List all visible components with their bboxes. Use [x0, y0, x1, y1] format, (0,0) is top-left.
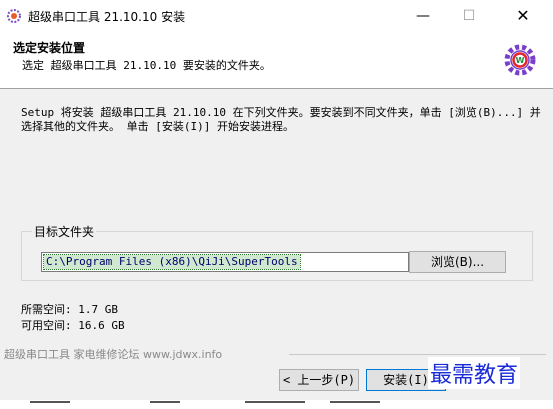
window-title: 超级串口工具 21.10.10 安装	[28, 10, 186, 24]
browse-button[interactable]: 浏览(B)...	[409, 251, 506, 273]
gear-badge-icon: W	[504, 44, 536, 76]
branding-text: 超级串口工具 家电维修论坛 www.jdwx.info	[4, 348, 223, 361]
required-space: 所需空间: 1.7 GB	[21, 303, 118, 316]
strip-mark	[150, 401, 180, 403]
strip-mark	[30, 401, 70, 403]
strip-mark	[330, 401, 380, 403]
strip-mark	[245, 401, 305, 403]
svg-text:W: W	[516, 56, 525, 65]
target-folder-label: 目标文件夹	[32, 223, 97, 240]
install-path-input[interactable]: C:\Program Files (x86)\QiJi\SuperTools	[41, 252, 409, 272]
branding-divider	[289, 354, 546, 355]
target-folder-group: 目标文件夹 C:\Program Files (x86)\QiJi\SuperT…	[21, 223, 533, 281]
back-button[interactable]: < 上一步(P)	[279, 369, 359, 391]
page-title: 选定安装位置	[13, 41, 86, 55]
maximize-button[interactable]: ☐	[446, 0, 492, 32]
app-icon	[7, 9, 21, 23]
instruction-text: Setup 将安装 超级串口工具 21.10.10 在下列文件夹。要安装到不同文…	[21, 106, 541, 133]
page-subtitle: 选定 超级串口工具 21.10.10 要安装的文件夹。	[22, 59, 271, 72]
minimize-button[interactable]: —	[400, 0, 446, 32]
watermark-text: 最需教育	[428, 357, 521, 389]
install-path-value: C:\Program Files (x86)\QiJi\SuperTools	[43, 254, 301, 270]
available-space: 可用空间: 16.6 GB	[21, 319, 125, 332]
close-button[interactable]: ✕	[500, 0, 546, 32]
wizard-header: 选定安装位置 选定 超级串口工具 21.10.10 要安装的文件夹。 W	[0, 32, 553, 89]
title-bar: 超级串口工具 21.10.10 安装 — ☐ ✕	[0, 0, 553, 32]
